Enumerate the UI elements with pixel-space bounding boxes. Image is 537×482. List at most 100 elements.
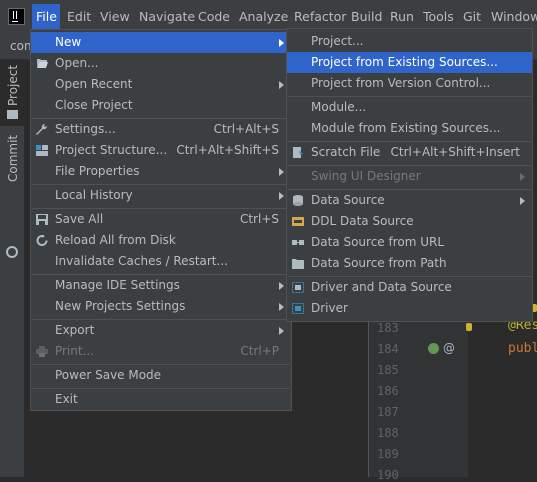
- project-tool-button[interactable]: Project: [0, 60, 24, 126]
- menu-item-ddl-data-source[interactable]: DDL Data Source: [287, 211, 532, 232]
- line-number: 184: [377, 342, 399, 356]
- menu-item-label: New Projects Settings: [55, 299, 186, 313]
- menu-item-label: Project...: [311, 34, 364, 48]
- menu-item-label: Module from Existing Sources...: [311, 121, 501, 135]
- line-number: 190: [377, 468, 399, 482]
- menu-item-power-save-mode[interactable]: Power Save Mode: [31, 365, 291, 386]
- menu-item-close-project[interactable]: Close Project: [31, 95, 291, 116]
- menu-item-print[interactable]: Print... Ctrl+P: [31, 341, 291, 362]
- submenu-arrow-icon: [520, 173, 525, 181]
- menu-item-label: Module...: [311, 100, 367, 114]
- menu-item-data-source-from-url[interactable]: Data Source from URL: [287, 232, 532, 253]
- url-icon: [292, 240, 304, 245]
- menu-run[interactable]: Run: [390, 9, 414, 24]
- menu-tools[interactable]: Tools: [423, 9, 454, 24]
- menu-item-shortcut: Ctrl+Alt+Shift+S: [176, 143, 279, 157]
- menu-item-label: Project Structure...: [55, 143, 168, 157]
- submenu-arrow-icon: [279, 168, 284, 176]
- menu-item-reload-all[interactable]: Reload All from Disk: [31, 230, 291, 251]
- menu-window[interactable]: Window: [491, 9, 537, 24]
- menu-item-label: File Properties: [55, 164, 140, 178]
- menu-item-label: Project from Version Control...: [311, 76, 491, 90]
- submenu-arrow-icon: [279, 327, 284, 335]
- menu-item-data-source[interactable]: Data Source: [287, 190, 532, 211]
- menu-item-label: Local History: [55, 188, 133, 202]
- left-tool-strip: Project Commit: [0, 60, 25, 477]
- menu-refactor[interactable]: Refactor: [294, 9, 346, 24]
- menu-item-label: Open...: [55, 56, 99, 70]
- driver-icon: [292, 303, 304, 314]
- menu-git[interactable]: Git: [463, 9, 481, 24]
- scratch-file-icon: [293, 147, 303, 158]
- menu-item-local-history[interactable]: Local History: [31, 185, 291, 206]
- menu-item-manage-ide-settings[interactable]: Manage IDE Settings: [31, 275, 291, 296]
- ddl-icon: [292, 217, 304, 226]
- menu-item-new-project[interactable]: Project...: [287, 31, 532, 52]
- intellij-logo-icon: [8, 8, 25, 25]
- menu-item-open-recent[interactable]: Open Recent: [31, 74, 291, 95]
- menu-item-module-from-existing-sources[interactable]: Module from Existing Sources...: [287, 118, 532, 139]
- annotation-icon[interactable]: @: [443, 341, 455, 355]
- menu-item-project-from-existing-sources[interactable]: Project from Existing Sources...: [287, 52, 532, 73]
- submenu-arrow-icon: [279, 192, 284, 200]
- menu-build[interactable]: Build: [351, 9, 382, 24]
- menu-item-settings[interactable]: Settings... Ctrl+Alt+S: [31, 119, 291, 140]
- line-number: 187: [377, 405, 399, 419]
- submenu-arrow-icon: [279, 81, 284, 89]
- menu-item-label: DDL Data Source: [311, 214, 414, 228]
- menu-item-file-properties[interactable]: File Properties: [31, 161, 291, 182]
- save-icon: [36, 214, 48, 225]
- menu-item-shortcut: Ctrl+P: [240, 344, 279, 358]
- menu-item-save-all[interactable]: Save All Ctrl+S: [31, 209, 291, 230]
- menu-item-new-projects-settings[interactable]: New Projects Settings: [31, 296, 291, 317]
- menu-item-project-from-vcs[interactable]: Project from Version Control...: [287, 73, 532, 94]
- menu-item-label: Export: [55, 323, 95, 337]
- menu-item-label: Scratch File: [311, 145, 381, 159]
- menu-item-export[interactable]: Export: [31, 320, 291, 341]
- menu-item-label: Manage IDE Settings: [55, 278, 180, 292]
- menu-item-project-structure[interactable]: Project Structure... Ctrl+Alt+Shift+S: [31, 140, 291, 161]
- driver-icon: [292, 282, 304, 293]
- menu-item-driver-and-data-source[interactable]: Driver and Data Source: [287, 277, 532, 298]
- folder-icon: [292, 259, 304, 269]
- menu-item-label: Exit: [55, 392, 78, 406]
- menu-item-invalidate-caches[interactable]: Invalidate Caches / Restart...: [31, 251, 291, 272]
- submenu-arrow-icon: [279, 303, 284, 311]
- menu-edit[interactable]: Edit: [67, 9, 91, 24]
- menu-item-data-source-from-path[interactable]: Data Source from Path: [287, 253, 532, 274]
- code-keyword: publ: [508, 341, 537, 356]
- menu-analyze[interactable]: Analyze: [239, 9, 288, 24]
- menu-item-new[interactable]: New: [31, 32, 291, 53]
- menu-view[interactable]: View: [100, 9, 130, 24]
- commit-tool-button[interactable]: Commit: [6, 135, 20, 182]
- menu-item-open[interactable]: Open...: [31, 53, 291, 74]
- line-number: 189: [377, 447, 399, 461]
- menu-item-label: Driver and Data Source: [311, 280, 452, 294]
- menu-item-label: Driver: [311, 301, 348, 315]
- submenu-arrow-icon: [279, 39, 284, 47]
- menu-item-driver[interactable]: Driver: [287, 298, 532, 319]
- menu-item-label: Reload All from Disk: [55, 233, 176, 247]
- menu-item-label: New: [55, 35, 82, 49]
- menu-item-label: Print...: [55, 344, 95, 358]
- line-number: 186: [377, 384, 399, 398]
- menu-item-label: Open Recent: [55, 77, 133, 91]
- menu-item-new-module[interactable]: Module...: [287, 97, 532, 118]
- menu-item-swing-ui-designer[interactable]: Swing UI Designer: [287, 166, 532, 187]
- database-icon: [293, 195, 303, 206]
- menu-code[interactable]: Code: [198, 9, 230, 24]
- warning-marker-icon: [466, 323, 472, 331]
- menu-item-label: Settings...: [55, 122, 116, 136]
- menu-item-shortcut: Ctrl+S: [239, 212, 279, 226]
- line-number: 185: [377, 363, 399, 377]
- menu-item-shortcut: Ctrl+Alt+Shift+Insert: [390, 145, 520, 159]
- menu-file[interactable]: File: [32, 4, 60, 30]
- spring-bean-icon[interactable]: [428, 343, 439, 354]
- project-structure-icon: [36, 145, 48, 156]
- breadcrumb[interactable]: con: [10, 39, 32, 53]
- menu-item-scratch-file[interactable]: Scratch File Ctrl+Alt+Shift+Insert: [287, 142, 532, 163]
- menu-file-label: File: [36, 9, 57, 24]
- menu-item-exit[interactable]: Exit: [31, 389, 291, 410]
- menu-item-label: Power Save Mode: [55, 368, 162, 382]
- menu-navigate[interactable]: Navigate: [139, 9, 195, 24]
